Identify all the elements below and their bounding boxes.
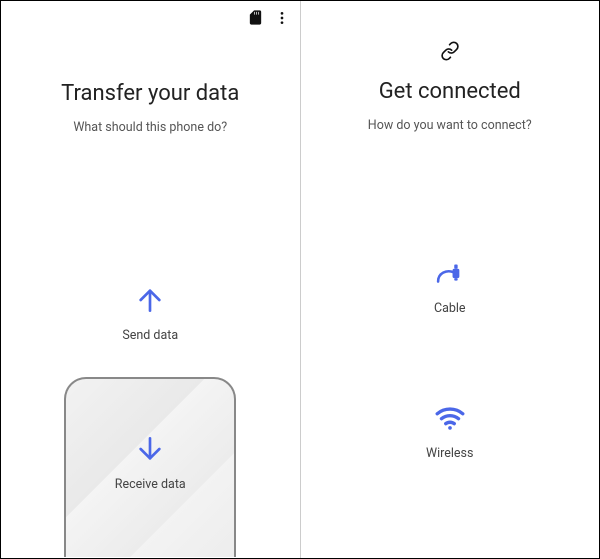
options-area: Cable Wireless (301, 253, 600, 461)
page-title: Transfer your data (61, 81, 239, 106)
cable-icon (430, 253, 470, 293)
receive-data-option[interactable]: Receive data (64, 377, 236, 557)
send-data-label: Send data (122, 328, 178, 343)
arrow-down-icon (130, 429, 170, 469)
send-data-option[interactable]: Send data (122, 280, 178, 343)
cable-label: Cable (434, 301, 466, 316)
wifi-icon (430, 398, 470, 438)
cable-option[interactable]: Cable (430, 253, 470, 316)
receive-data-label: Receive data (115, 477, 186, 492)
get-connected-screen: Get connected How do you want to connect… (301, 1, 600, 558)
wireless-option[interactable]: Wireless (426, 398, 473, 461)
link-icon (440, 41, 460, 61)
more-options-icon[interactable] (274, 10, 290, 26)
topbar (247, 9, 290, 26)
header: Transfer your data What should this phon… (61, 81, 239, 135)
wireless-label: Wireless (426, 446, 473, 461)
page-title: Get connected (368, 79, 532, 104)
sd-card-icon[interactable] (247, 9, 264, 26)
page-subtitle: How do you want to connect? (368, 118, 532, 133)
transfer-data-screen: Transfer your data What should this phon… (1, 1, 301, 558)
options-area: Send data Receive data (1, 280, 300, 557)
page-subtitle: What should this phone do? (61, 120, 239, 135)
arrow-up-icon (130, 280, 170, 320)
header: Get connected How do you want to connect… (368, 79, 532, 133)
